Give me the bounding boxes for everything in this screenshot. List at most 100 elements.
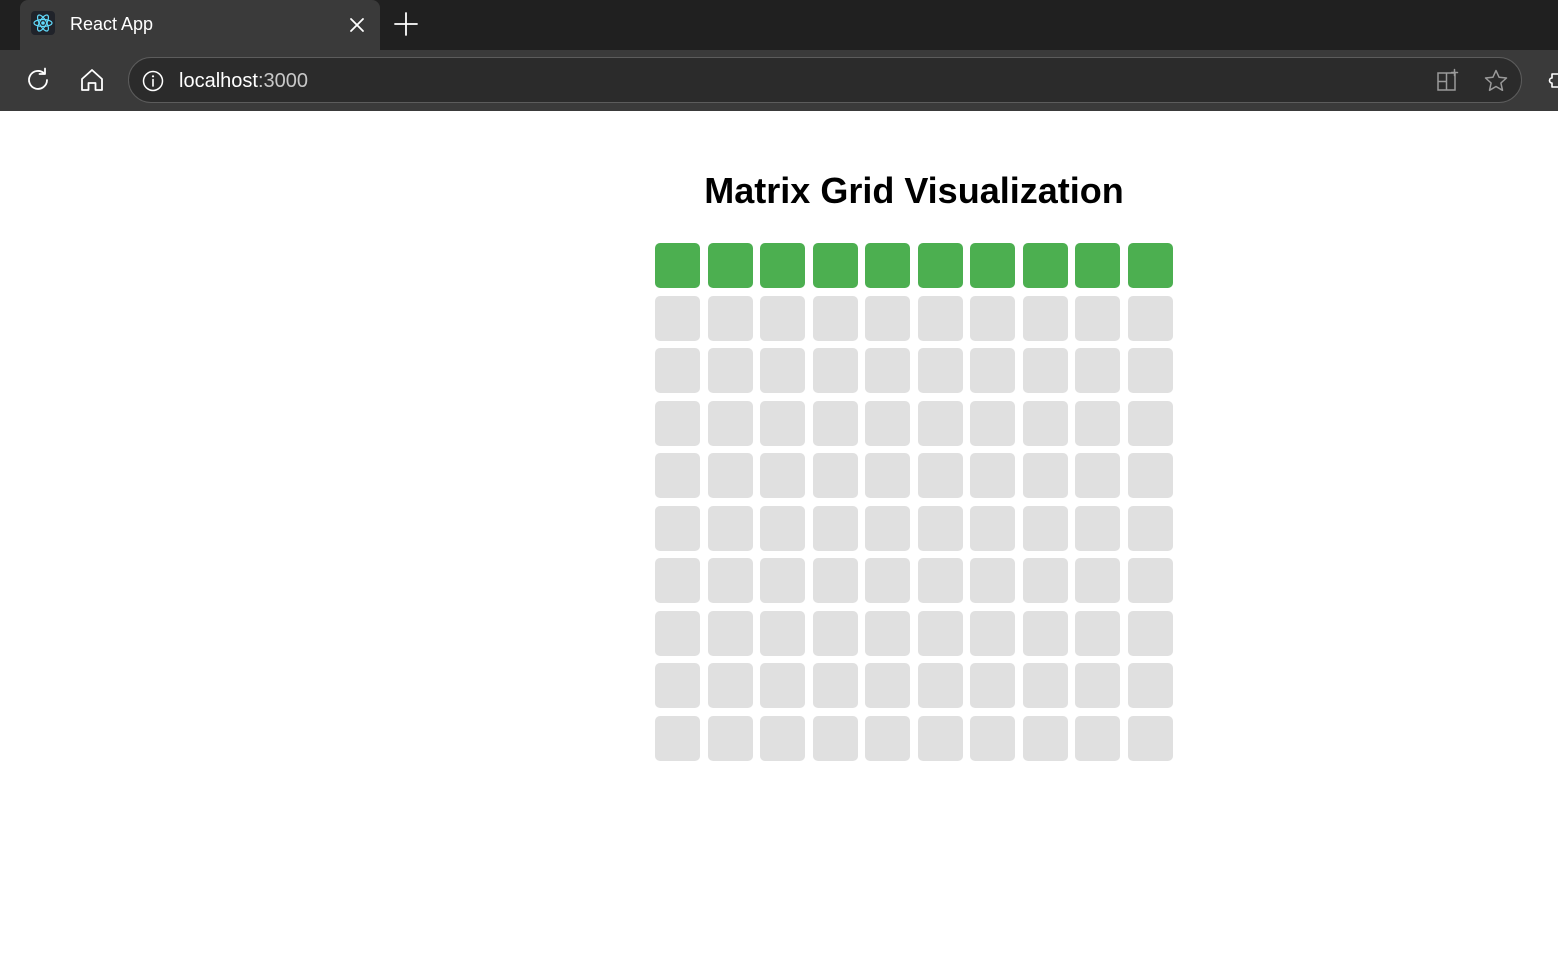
matrix-cell[interactable]: [760, 663, 806, 709]
matrix-cell[interactable]: [865, 663, 911, 709]
browser-tab[interactable]: React App: [20, 0, 380, 50]
matrix-cell[interactable]: [1127, 348, 1173, 394]
plus-icon[interactable]: [392, 10, 420, 38]
matrix-cell[interactable]: [655, 715, 700, 761]
matrix-cell[interactable]: [812, 453, 858, 499]
matrix-cell[interactable]: [707, 610, 753, 656]
reload-icon[interactable]: [23, 65, 53, 95]
matrix-cell[interactable]: [865, 243, 911, 288]
star-icon[interactable]: [1483, 68, 1509, 94]
matrix-cell[interactable]: [1075, 663, 1121, 709]
matrix-cell[interactable]: [812, 558, 858, 604]
split-screen-icon[interactable]: [1435, 68, 1461, 94]
matrix-cell[interactable]: [760, 453, 806, 499]
matrix-cell[interactable]: [1075, 400, 1121, 446]
matrix-cell[interactable]: [1127, 505, 1173, 551]
matrix-cell[interactable]: [917, 453, 963, 499]
matrix-cell[interactable]: [1075, 295, 1121, 341]
matrix-cell[interactable]: [812, 243, 858, 288]
matrix-cell[interactable]: [970, 610, 1016, 656]
matrix-cell[interactable]: [707, 243, 753, 288]
matrix-cell[interactable]: [655, 243, 700, 288]
url-text[interactable]: localhost:3000: [179, 70, 308, 92]
matrix-cell[interactable]: [917, 400, 963, 446]
matrix-cell[interactable]: [707, 400, 753, 446]
matrix-cell[interactable]: [707, 348, 753, 394]
matrix-cell[interactable]: [970, 243, 1016, 288]
matrix-cell[interactable]: [1075, 453, 1121, 499]
matrix-cell[interactable]: [812, 348, 858, 394]
matrix-cell[interactable]: [917, 243, 963, 288]
matrix-cell[interactable]: [970, 295, 1016, 341]
matrix-cell[interactable]: [917, 558, 963, 604]
matrix-cell[interactable]: [1127, 243, 1173, 288]
matrix-cell[interactable]: [865, 400, 911, 446]
matrix-cell[interactable]: [655, 558, 700, 604]
matrix-cell[interactable]: [917, 663, 963, 709]
matrix-cell[interactable]: [707, 295, 753, 341]
matrix-cell[interactable]: [655, 505, 700, 551]
matrix-cell[interactable]: [865, 453, 911, 499]
matrix-cell[interactable]: [1127, 295, 1173, 341]
matrix-cell[interactable]: [812, 663, 858, 709]
matrix-cell[interactable]: [707, 505, 753, 551]
matrix-cell[interactable]: [865, 715, 911, 761]
matrix-cell[interactable]: [1127, 663, 1173, 709]
matrix-cell[interactable]: [1022, 453, 1068, 499]
matrix-cell[interactable]: [970, 400, 1016, 446]
matrix-cell[interactable]: [1127, 558, 1173, 604]
matrix-cell[interactable]: [865, 558, 911, 604]
matrix-cell[interactable]: [760, 715, 806, 761]
matrix-cell[interactable]: [1075, 505, 1121, 551]
extensions-icon[interactable]: [1546, 68, 1558, 92]
matrix-cell[interactable]: [655, 453, 700, 499]
matrix-cell[interactable]: [917, 295, 963, 341]
info-icon[interactable]: [141, 69, 165, 93]
matrix-cell[interactable]: [1022, 348, 1068, 394]
matrix-cell[interactable]: [1127, 610, 1173, 656]
matrix-cell[interactable]: [812, 295, 858, 341]
matrix-cell[interactable]: [655, 400, 700, 446]
matrix-cell[interactable]: [760, 348, 806, 394]
matrix-cell[interactable]: [655, 610, 700, 656]
matrix-cell[interactable]: [1127, 453, 1173, 499]
matrix-cell[interactable]: [760, 400, 806, 446]
matrix-cell[interactable]: [707, 715, 753, 761]
matrix-cell[interactable]: [707, 453, 753, 499]
matrix-cell[interactable]: [655, 663, 700, 709]
matrix-cell[interactable]: [1022, 400, 1068, 446]
matrix-cell[interactable]: [865, 505, 911, 551]
matrix-cell[interactable]: [707, 558, 753, 604]
matrix-cell[interactable]: [760, 610, 806, 656]
matrix-cell[interactable]: [760, 505, 806, 551]
matrix-cell[interactable]: [1022, 610, 1068, 656]
matrix-cell[interactable]: [917, 505, 963, 551]
matrix-cell[interactable]: [970, 505, 1016, 551]
matrix-cell[interactable]: [970, 558, 1016, 604]
matrix-cell[interactable]: [865, 348, 911, 394]
matrix-cell[interactable]: [1022, 295, 1068, 341]
matrix-cell[interactable]: [917, 715, 963, 761]
matrix-cell[interactable]: [970, 715, 1016, 761]
matrix-cell[interactable]: [707, 663, 753, 709]
matrix-cell[interactable]: [760, 558, 806, 604]
matrix-cell[interactable]: [812, 505, 858, 551]
matrix-cell[interactable]: [970, 663, 1016, 709]
matrix-cell[interactable]: [970, 453, 1016, 499]
matrix-cell[interactable]: [812, 400, 858, 446]
matrix-cell[interactable]: [917, 610, 963, 656]
matrix-cell[interactable]: [1022, 243, 1068, 288]
matrix-cell[interactable]: [1075, 348, 1121, 394]
matrix-cell[interactable]: [865, 295, 911, 341]
matrix-cell[interactable]: [1022, 663, 1068, 709]
matrix-cell[interactable]: [760, 243, 806, 288]
matrix-cell[interactable]: [865, 610, 911, 656]
matrix-cell[interactable]: [1022, 715, 1068, 761]
matrix-cell[interactable]: [1075, 715, 1121, 761]
matrix-cell[interactable]: [655, 348, 700, 394]
matrix-cell[interactable]: [1127, 400, 1173, 446]
matrix-cell[interactable]: [970, 348, 1016, 394]
matrix-cell[interactable]: [1075, 558, 1121, 604]
close-icon[interactable]: [344, 12, 370, 38]
matrix-cell[interactable]: [1127, 715, 1173, 761]
